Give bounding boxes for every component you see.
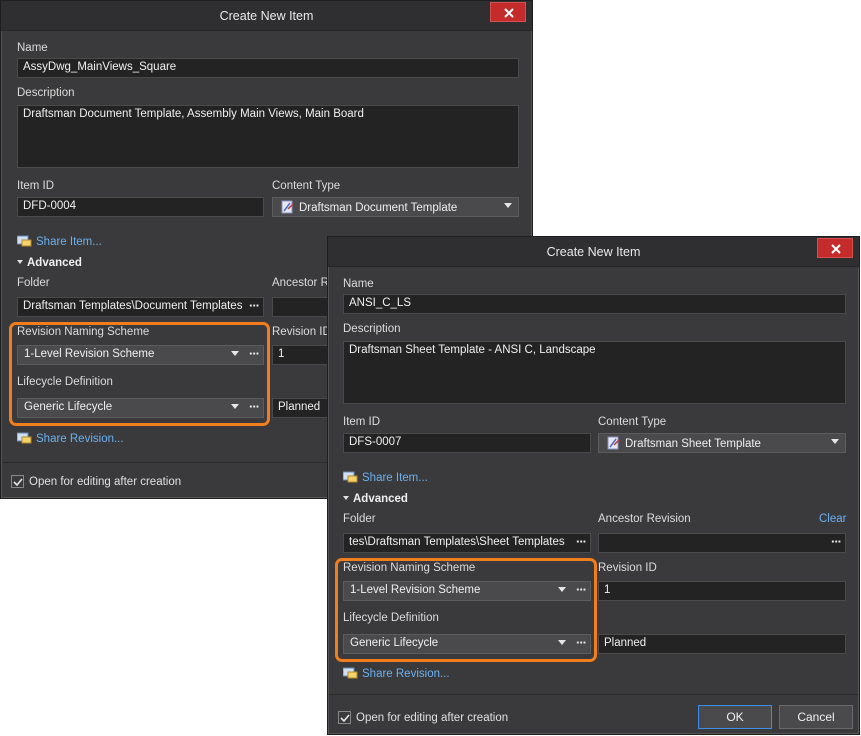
ellipsis-icon[interactable]: ··· <box>247 298 260 313</box>
content-type-select[interactable]: Draftsman Document Template <box>272 197 519 217</box>
open-after-creation-checkbox[interactable]: Open for editing after creation <box>11 475 181 488</box>
ancestor-revision-input[interactable]: ··· <box>598 533 846 553</box>
checkmark-icon <box>13 478 23 487</box>
draftsman-template-icon <box>281 200 294 214</box>
content-type-value: Draftsman Document Template <box>299 202 458 214</box>
ancestor-revision-input[interactable] <box>272 297 332 317</box>
dialog-title: Create New Item <box>546 245 641 259</box>
ancestor-revision-label: Ancestor R <box>272 277 329 289</box>
ancestor-revision-label: Ancestor Revision <box>598 513 691 525</box>
share-revision-link[interactable]: Share Revision... <box>343 667 450 680</box>
description-label: Description <box>17 87 75 99</box>
draftsman-template-icon <box>607 436 620 450</box>
cancel-button[interactable]: Cancel <box>779 705 853 729</box>
description-input[interactable]: Draftsman Sheet Template - ANSI C, Lands… <box>343 341 846 404</box>
dialog-title: Create New Item <box>219 9 314 23</box>
folder-label: Folder <box>17 277 50 289</box>
content-type-label: Content Type <box>598 416 667 428</box>
create-new-item-dialog-front: Create New Item Name ANSI_C_LS Descripti… <box>327 236 860 735</box>
clear-link[interactable]: Clear <box>819 513 846 525</box>
checkbox[interactable] <box>338 711 351 724</box>
share-item-link-text: Share Item... <box>36 236 102 248</box>
close-icon <box>831 244 841 254</box>
folder-label: Folder <box>343 513 376 525</box>
share-icon <box>17 432 32 444</box>
share-revision-link[interactable]: Share Revision... <box>17 432 124 445</box>
content-type-value: Draftsman Sheet Template <box>625 438 761 450</box>
highlight-frame <box>9 322 270 426</box>
collapse-icon <box>17 260 23 264</box>
open-after-creation-checkbox[interactable]: Open for editing after creation <box>338 711 508 724</box>
close-button[interactable] <box>490 2 526 22</box>
revision-id-input[interactable]: 1 <box>598 581 846 601</box>
folder-value: tes\Draftsman Templates\Sheet Templates <box>349 536 565 548</box>
share-icon <box>343 667 358 679</box>
dialog-titlebar: Create New Item <box>328 237 859 267</box>
ellipsis-icon[interactable]: ··· <box>831 534 842 549</box>
folder-value: Draftsman Templates\Document Templates <box>23 300 243 312</box>
open-after-creation-label: Open for editing after creation <box>29 476 182 488</box>
share-revision-link-text: Share Revision... <box>362 668 450 680</box>
advanced-label: Advanced <box>27 257 82 269</box>
share-item-link-text: Share Item... <box>362 472 428 484</box>
folder-input[interactable]: tes\Draftsman Templates\Sheet Templates … <box>343 533 591 553</box>
footer-divider <box>329 694 858 695</box>
chevron-down-icon <box>504 203 512 208</box>
chevron-down-icon <box>831 439 839 444</box>
content-type-label: Content Type <box>272 180 341 192</box>
name-label: Name <box>343 278 374 290</box>
open-after-creation-label: Open for editing after creation <box>356 712 509 724</box>
highlight-frame <box>335 558 597 662</box>
share-icon <box>343 471 358 483</box>
name-input[interactable]: AssyDwg_MainViews_Square <box>17 58 519 78</box>
description-label: Description <box>343 323 401 335</box>
revision-id-input[interactable]: 1 <box>272 345 332 365</box>
name-input[interactable]: ANSI_C_LS <box>343 294 846 314</box>
share-revision-link-text: Share Revision... <box>36 433 124 445</box>
item-id-input[interactable]: DFS-0007 <box>343 433 591 453</box>
checkbox[interactable] <box>11 475 24 488</box>
checkmark-icon <box>340 714 350 723</box>
item-id-label: Item ID <box>17 180 55 192</box>
share-icon <box>17 235 32 247</box>
revision-id-label: Revision ID <box>272 326 331 338</box>
advanced-toggle[interactable]: Advanced <box>343 493 408 505</box>
dialog-titlebar: Create New Item <box>1 1 532 31</box>
advanced-label: Advanced <box>353 493 408 505</box>
advanced-toggle[interactable]: Advanced <box>17 257 82 269</box>
ok-button[interactable]: OK <box>698 705 772 729</box>
lifecycle-state-field: Planned <box>598 634 846 654</box>
revision-id-label: Revision ID <box>598 562 657 574</box>
name-label: Name <box>17 42 48 54</box>
lifecycle-state-field: Planned <box>272 398 332 418</box>
content-type-select[interactable]: Draftsman Sheet Template <box>598 433 846 453</box>
item-id-input[interactable]: DFD-0004 <box>17 197 264 217</box>
description-input[interactable]: Draftsman Document Template, Assembly Ma… <box>17 105 519 168</box>
share-item-link[interactable]: Share Item... <box>343 471 428 484</box>
collapse-icon <box>343 496 349 500</box>
ellipsis-icon[interactable]: ··· <box>574 534 587 549</box>
share-item-link[interactable]: Share Item... <box>17 235 102 248</box>
close-button[interactable] <box>817 238 853 258</box>
close-icon <box>504 8 514 18</box>
item-id-label: Item ID <box>343 416 381 428</box>
folder-input[interactable]: Draftsman Templates\Document Templates ·… <box>17 297 264 317</box>
